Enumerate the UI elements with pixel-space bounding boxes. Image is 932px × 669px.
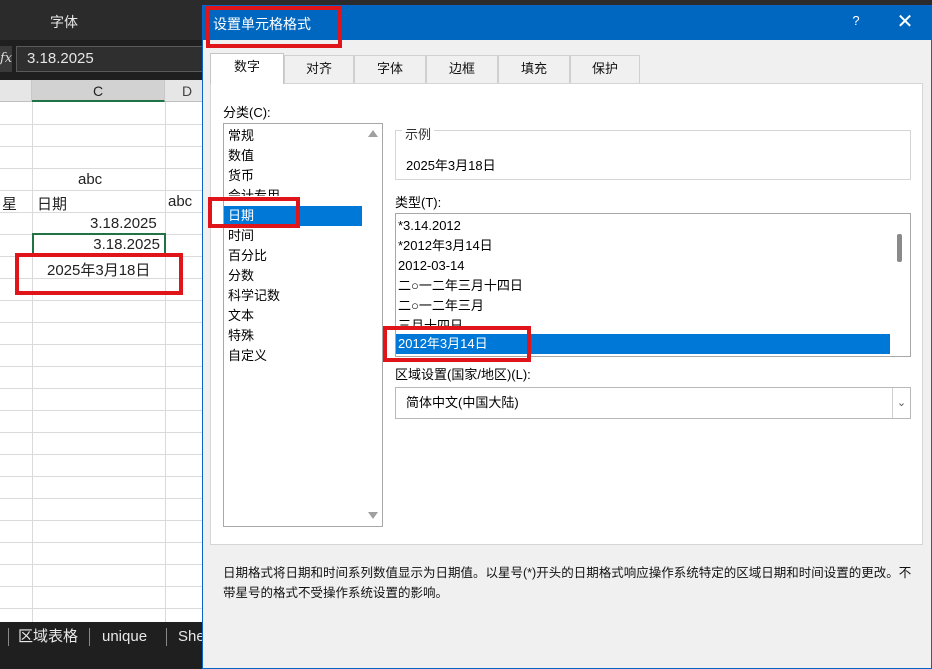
sheet-tabs-bar: 区域表格 unique She xyxy=(0,622,210,669)
grid-line xyxy=(0,344,210,345)
sheet-tab-unique[interactable]: unique xyxy=(102,625,147,649)
grid-line xyxy=(0,410,210,411)
grid-line xyxy=(0,520,210,521)
locale-select[interactable]: 简体中文(中国大陆) ⌄ xyxy=(395,387,911,419)
format-description: 日期格式将日期和时间系列数值显示为日期值。以星号(*)开头的日期格式响应操作系统… xyxy=(223,566,912,600)
fx-icon[interactable]: fx xyxy=(0,46,12,72)
cell-c4[interactable]: 3.18.2025 xyxy=(90,215,157,232)
dialog-title-bar[interactable]: 设置单元格格式 ? ✕ xyxy=(203,6,931,40)
grid-line xyxy=(0,542,210,543)
type-item[interactable]: 2012-03-14 xyxy=(396,256,890,276)
category-item-text[interactable]: 文本 xyxy=(224,306,362,326)
sheet-tab-region-table[interactable]: 区域表格 xyxy=(18,625,78,649)
category-label: 分类(C): xyxy=(223,105,271,120)
dialog-tabs: 数字 对齐 字体 边框 填充 保护 xyxy=(210,53,925,84)
grid-line xyxy=(0,564,210,565)
category-item-custom[interactable]: 自定义 xyxy=(224,346,362,366)
formula-input[interactable]: 3.18.2025 xyxy=(16,46,216,72)
cell-c6[interactable]: 2025年3月18日 xyxy=(47,259,150,280)
locale-label: 区域设置(国家/地区)(L): xyxy=(395,367,531,382)
grid-line xyxy=(165,102,166,622)
tab-separator xyxy=(166,628,167,646)
category-item-fraction[interactable]: 分数 xyxy=(224,266,362,286)
type-item[interactable]: 二○一二年三月十四日 xyxy=(396,276,890,296)
column-header-c[interactable]: C xyxy=(32,80,165,102)
type-item[interactable]: 三月十四日 xyxy=(396,316,890,328)
ribbon-group-font-label: 字体 xyxy=(50,14,78,30)
grid-line xyxy=(0,190,210,191)
category-item-currency[interactable]: 货币 xyxy=(224,166,362,186)
cell-c5-selected[interactable]: 3.18.2025 xyxy=(32,233,166,257)
help-button[interactable]: ? xyxy=(848,13,864,28)
scroll-down-icon[interactable] xyxy=(368,512,378,519)
formula-bar: fx 3.18.2025 xyxy=(0,40,216,78)
category-item-accounting[interactable]: 会计专用 xyxy=(224,186,362,196)
category-list[interactable]: 常规 数值 货币 会计专用 日期 时间 百分比 分数 科学记数 文本 特殊 自定… xyxy=(223,123,383,527)
cell-header-abc[interactable]: abc xyxy=(78,171,102,188)
grid-line xyxy=(0,322,210,323)
grid-line xyxy=(0,476,210,477)
type-list[interactable]: *3.14.2012 *2012年3月14日 2012-03-14 二○一二年三… xyxy=(395,213,911,357)
close-button[interactable]: ✕ xyxy=(893,9,917,35)
category-item-general[interactable]: 常规 xyxy=(224,126,362,146)
tab-fill[interactable]: 填充 xyxy=(498,55,570,83)
grid-line xyxy=(0,146,210,147)
tab-separator xyxy=(89,628,90,646)
format-cells-dialog: 设置单元格格式 ? ✕ 数字 对齐 字体 边框 填充 保护 分类(C): 常规 … xyxy=(202,5,932,669)
type-scrollbar[interactable] xyxy=(890,214,910,356)
dialog-title: 设置单元格格式 xyxy=(213,16,311,32)
type-scrollbar-thumb[interactable] xyxy=(897,234,902,262)
grid-line xyxy=(0,454,210,455)
cell-header-xing[interactable]: 星 xyxy=(2,193,17,214)
tab-protection[interactable]: 保护 xyxy=(570,55,640,83)
cell-header-abc-d[interactable]: abc xyxy=(168,193,192,210)
grid-line xyxy=(0,498,210,499)
tab-separator xyxy=(8,628,9,646)
spreadsheet-grid[interactable]: C D abc 星 日期 abc 3.18.2025 3.18.2025 202… xyxy=(0,80,210,622)
category-item-special[interactable]: 特殊 xyxy=(224,326,362,346)
sheet-tab-she[interactable]: She xyxy=(178,625,205,649)
grid-line xyxy=(0,608,210,609)
category-item-date[interactable]: 日期 xyxy=(224,206,362,226)
grid-line xyxy=(0,586,210,587)
category-item-scientific[interactable]: 科学记数 xyxy=(224,286,362,306)
type-item[interactable]: *3.14.2012 xyxy=(396,216,890,236)
sample-group: 示例 2025年3月18日 xyxy=(395,124,911,180)
grid-line xyxy=(0,168,210,169)
grid-line xyxy=(0,366,210,367)
cell-header-riqi[interactable]: 日期 xyxy=(37,193,67,214)
column-header-b[interactable] xyxy=(0,80,32,102)
grid-line xyxy=(0,212,210,213)
type-item-selected[interactable]: 2012年3月14日 xyxy=(396,334,890,354)
chevron-down-icon[interactable]: ⌄ xyxy=(892,388,910,418)
category-item-percentage[interactable]: 百分比 xyxy=(224,246,362,266)
grid-line xyxy=(0,432,210,433)
grid-line xyxy=(0,388,210,389)
category-item-number[interactable]: 数值 xyxy=(224,146,362,166)
category-item-time[interactable]: 时间 xyxy=(224,226,362,246)
sample-label: 示例 xyxy=(402,124,435,143)
sample-value: 2025年3月18日 xyxy=(406,158,496,173)
grid-line xyxy=(0,300,210,301)
grid-line xyxy=(32,102,33,622)
tab-number[interactable]: 数字 xyxy=(210,53,284,84)
tab-font[interactable]: 字体 xyxy=(354,55,426,83)
scroll-up-icon[interactable] xyxy=(368,130,378,137)
type-label: 类型(T): xyxy=(395,195,442,210)
locale-value: 简体中文(中国大陆) xyxy=(406,395,519,410)
category-scrollbar[interactable] xyxy=(364,124,382,526)
grid-line xyxy=(0,124,210,125)
type-item[interactable]: 二○一二年三月 xyxy=(396,296,890,316)
tab-border[interactable]: 边框 xyxy=(426,55,498,83)
type-item[interactable]: *2012年3月14日 xyxy=(396,236,890,256)
tab-alignment[interactable]: 对齐 xyxy=(284,55,354,83)
